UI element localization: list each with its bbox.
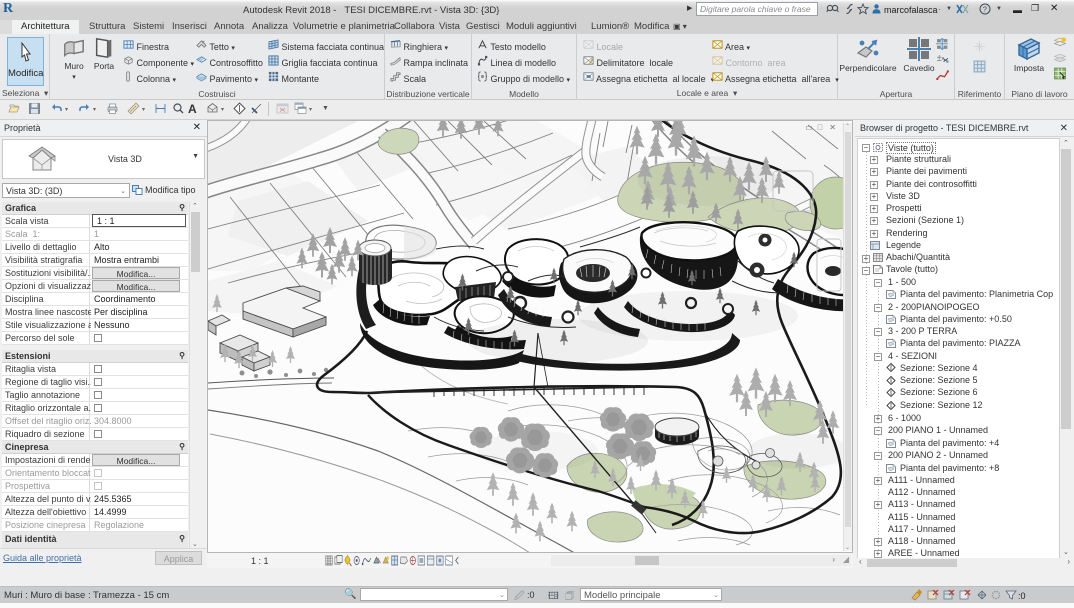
svg-text:?: ? [983, 5, 987, 14]
svg-text::0: :0 [1018, 591, 1026, 601]
